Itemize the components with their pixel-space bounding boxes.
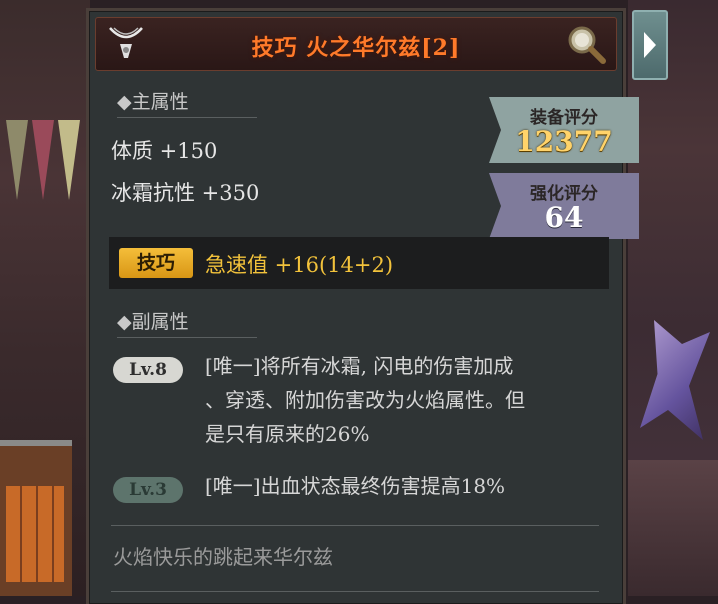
affix-level-badge: Lv.3 <box>113 477 183 503</box>
equipment-score-value: 12377 <box>515 125 613 158</box>
affix-line: 、穿透、附加伤害改为火焰属性。但 <box>205 388 525 412</box>
section-divider <box>117 337 257 338</box>
set-bonus-row: 技巧 急速值 +16(14+2) <box>109 237 609 289</box>
treasure-crate <box>0 440 72 596</box>
affix-line: [唯一]将所有冰霜, 闪电的伤害加成 <box>205 354 514 378</box>
affix-description: [唯一]将所有冰霜, 闪电的伤害加成 、穿透、附加伤害改为火焰属性。但 是只有原… <box>205 349 525 451</box>
chevron-right-icon <box>644 32 656 58</box>
section-divider <box>117 117 257 118</box>
sub-attributes-header: ◆副属性 <box>117 311 189 333</box>
skill-badge: 技巧 <box>119 248 193 278</box>
enhance-score-label: 强化评分 <box>530 184 598 204</box>
haste-bonus-text: 急速值 +16(14+2) <box>205 253 394 277</box>
equipment-score-banner: 装备评分 12377 <box>489 97 639 163</box>
background-ground <box>628 460 718 596</box>
expand-tab[interactable] <box>632 10 668 80</box>
item-title: 技巧 火之华尔兹[2] <box>251 35 461 61</box>
affix-line: 是只有原来的26% <box>205 422 370 446</box>
section-divider <box>111 525 599 526</box>
stat-constitution: 体质 +150 <box>111 139 218 163</box>
affix-line: [唯一]出血状态最终伤害提高18% <box>205 474 506 498</box>
item-tooltip: 技巧 火之华尔兹[2] ◆主属性 体质 +150 冰霜抗性 +350 装备评分 … <box>86 8 639 604</box>
equipment-score-label: 装备评分 <box>530 108 598 128</box>
section-divider <box>111 591 599 592</box>
affix-description: [唯一]出血状态最终伤害提高18% <box>205 469 505 503</box>
tooltip-header: 技巧 火之华尔兹[2] <box>95 17 617 71</box>
magnifier-icon[interactable] <box>564 22 608 66</box>
main-attributes-header: ◆主属性 <box>117 91 189 113</box>
stat-frost-resistance: 冰霜抗性 +350 <box>111 181 260 205</box>
flavor-text: 火焰快乐的跳起来华尔兹 <box>113 545 333 569</box>
enhance-score-banner: 强化评分 64 <box>489 173 639 239</box>
enhance-score-value: 64 <box>544 201 584 234</box>
affix-level-badge: Lv.8 <box>113 357 183 383</box>
